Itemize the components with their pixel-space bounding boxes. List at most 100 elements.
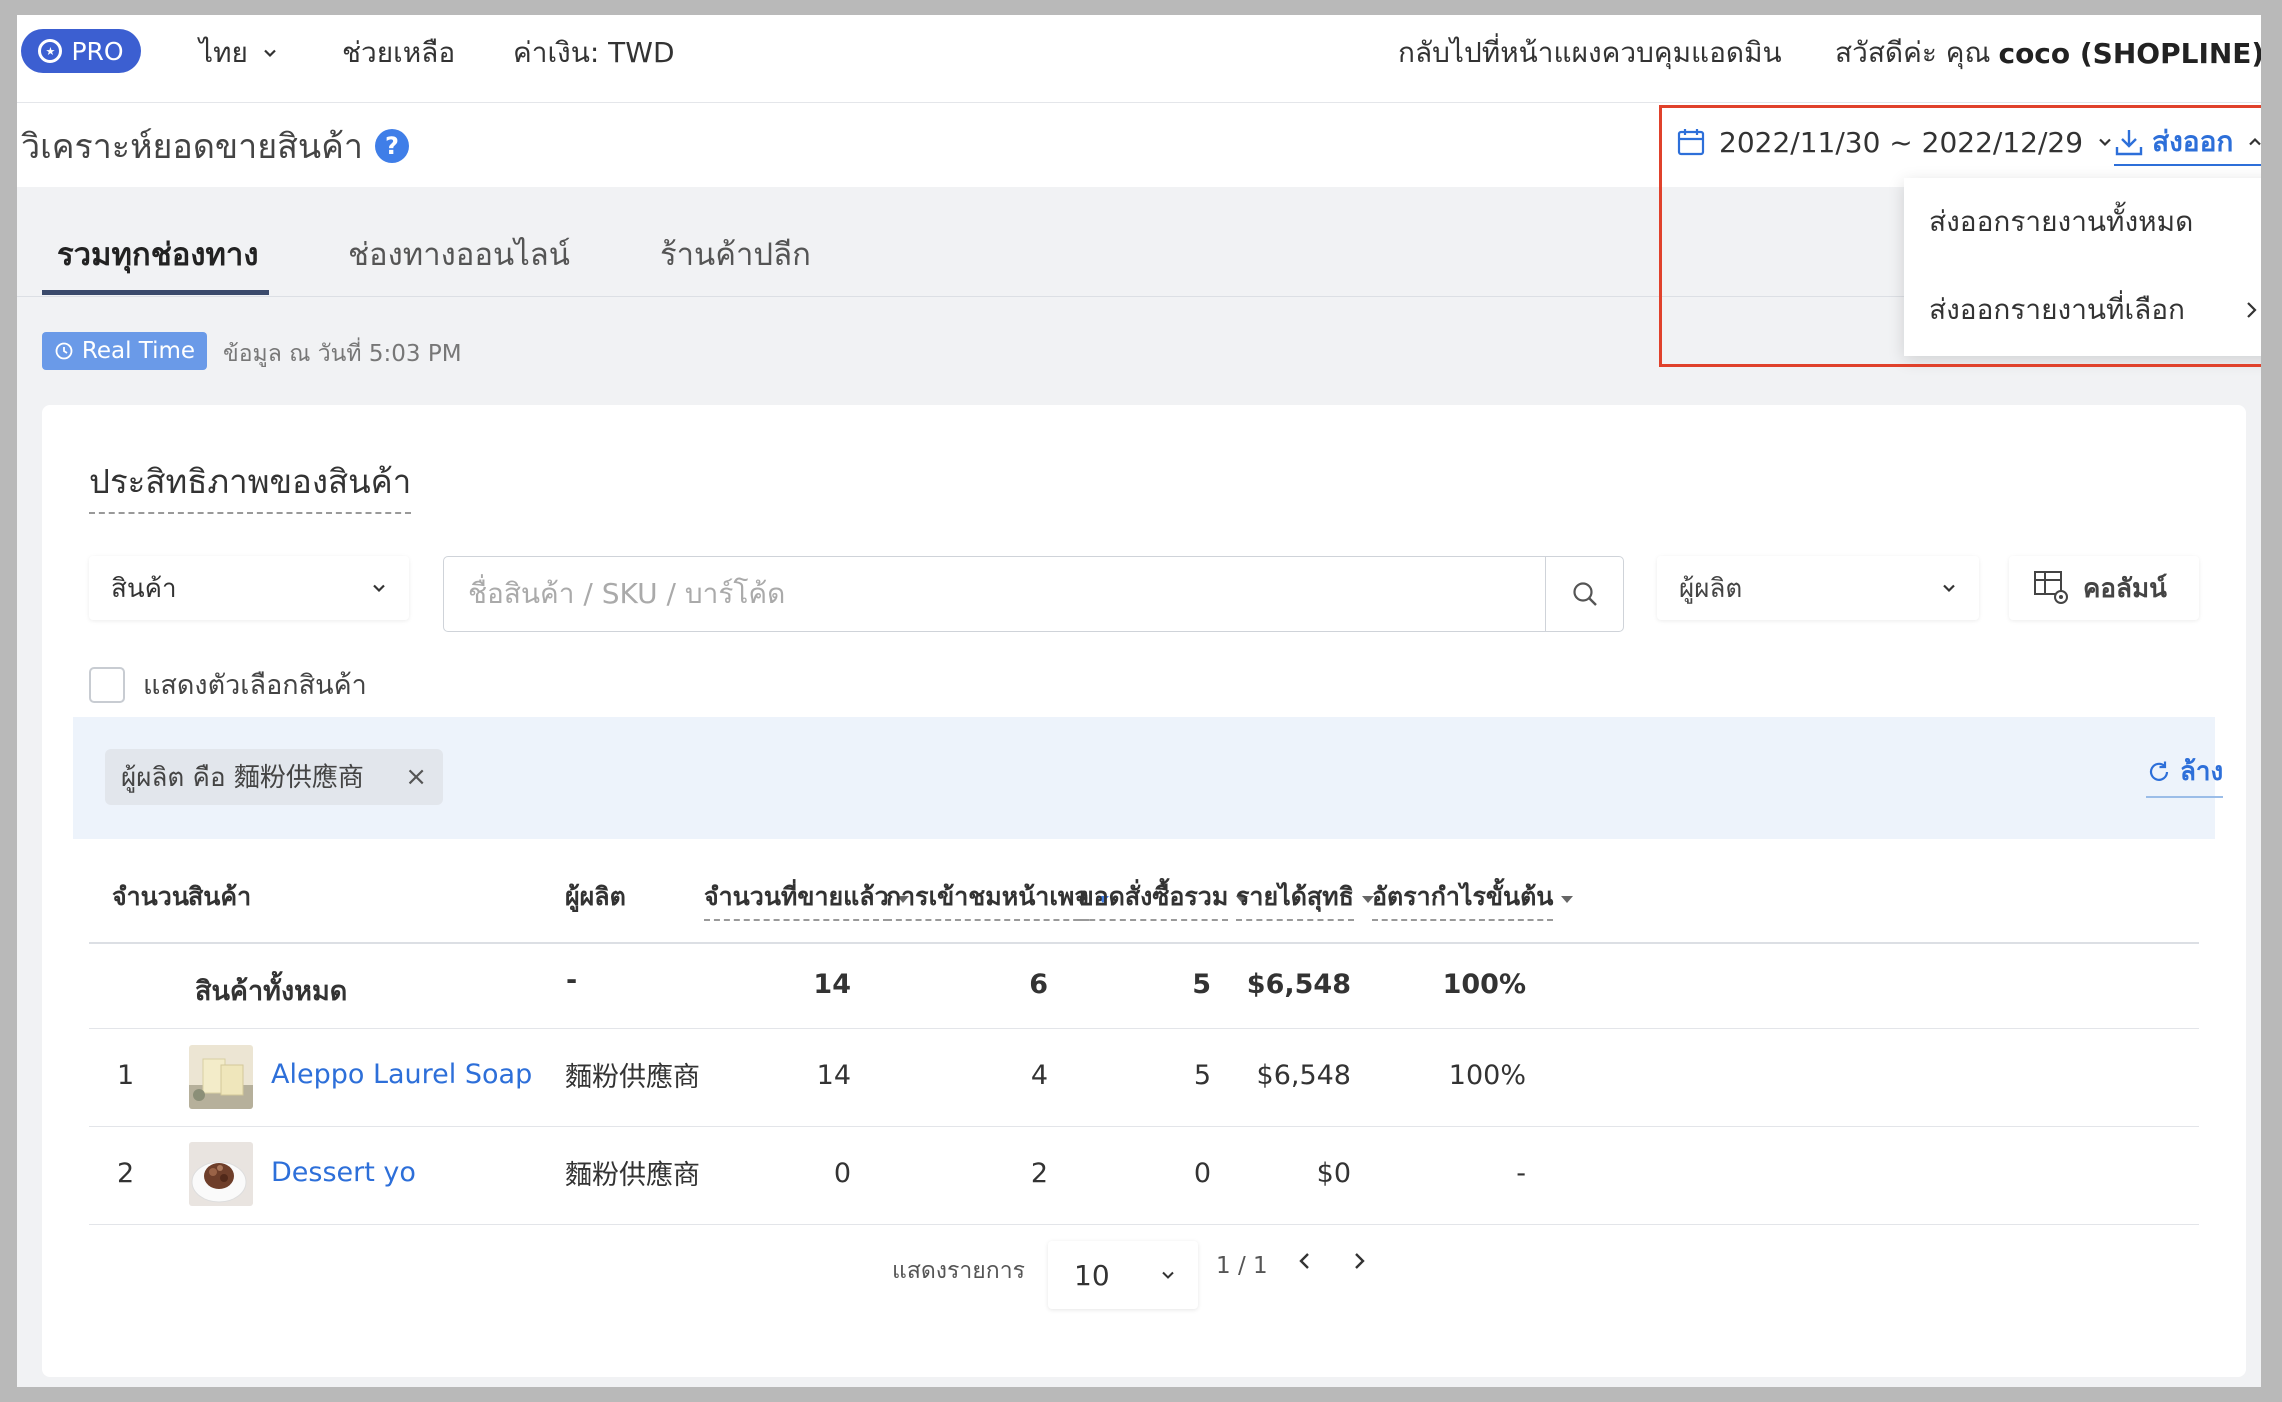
- page-title-text: วิเคราะห์ยอดขายสินค้า: [21, 127, 363, 167]
- currency-selector[interactable]: ค่าเงิน: TWD: [513, 33, 675, 73]
- row-net-revenue: $6,548: [1256, 1060, 1351, 1091]
- chevron-up-icon: [2249, 137, 2261, 146]
- filter-chip-label: ผู้ผลิต คือ 麵粉供應商: [121, 762, 364, 793]
- header-gross-margin-label: อัตรากำไรขั้นต้น: [1372, 877, 1554, 921]
- prev-page-button[interactable]: [1295, 1249, 1315, 1279]
- pagination-label: แสดงรายการ: [892, 1258, 1025, 1284]
- show-variants-toggle[interactable]: แสดงตัวเลือกสินค้า: [89, 663, 367, 706]
- language-label: ไทย: [199, 36, 248, 69]
- search-button[interactable]: [1545, 557, 1623, 631]
- tab-all-channels[interactable]: รวมทุกช่องทาง: [57, 229, 258, 279]
- row-total-orders: 5: [1193, 1060, 1211, 1091]
- active-tab-indicator: [42, 290, 269, 295]
- product-link[interactable]: Dessert yo: [271, 1157, 416, 1188]
- calendar-icon: [1677, 129, 1705, 156]
- row-net-revenue: $0: [1316, 1158, 1351, 1189]
- row-manufacturer: 麵粉供應商: [565, 1160, 700, 1191]
- header-qty-sold-label: จำนวนที่ขายแล้ว: [704, 877, 889, 921]
- help-link[interactable]: ช่วยเหลือ: [342, 33, 455, 73]
- column-settings-icon: [2034, 571, 2068, 604]
- back-to-admin-link[interactable]: กลับไปที่หน้าแผงควบคุมแอดมิน: [1398, 33, 1782, 73]
- chevron-down-icon: [1162, 1271, 1174, 1279]
- product-search-input[interactable]: ชื่อสินค้า / SKU / บาร์โค้ด: [443, 556, 1624, 632]
- table-header-divider: [89, 942, 2199, 944]
- clear-filters-label: ล้าง: [2180, 757, 2224, 787]
- columns-settings-button[interactable]: คอลัมน์: [2009, 556, 2199, 620]
- chevron-down-icon: [2099, 138, 2111, 147]
- row-index: 1: [117, 1060, 135, 1091]
- column-header-gross-margin[interactable]: อัตรากำไรขั้นต้น: [1372, 877, 1574, 921]
- page-title: วิเคราะห์ยอดขายสินค้า ?: [21, 119, 409, 173]
- product-type-select[interactable]: สินค้า: [89, 556, 409, 620]
- columns-button-label: คอลัมน์: [2083, 573, 2167, 604]
- sort-caret-icon: [1561, 895, 1574, 903]
- row-total-orders: 0: [1193, 1158, 1211, 1189]
- column-header-total-orders[interactable]: ยอดสั่งซื้อรวม: [1079, 877, 1249, 921]
- column-header-page-views[interactable]: การเข้าชมหน้าเพจ: [886, 877, 1110, 921]
- filter-chip-manufacturer[interactable]: ผู้ผลิต คือ 麵粉供應商 ×: [105, 749, 443, 805]
- card-title: ประสิทธิภาพของสินค้า: [89, 455, 412, 514]
- header-total-orders-label: ยอดสั่งซื้อรวม: [1079, 877, 1229, 921]
- chevron-down-icon: [264, 49, 276, 58]
- product-link[interactable]: Aleppo Laurel Soap: [271, 1059, 532, 1090]
- summary-total-orders: 5: [1192, 969, 1211, 1000]
- tab-online-channel[interactable]: ช่องทางออนไลน์: [348, 229, 570, 279]
- active-filters-bar: ผู้ผลิต คือ 麵粉供應商 × ล้าง: [73, 717, 2224, 839]
- header-page-views-label: การเข้าชมหน้าเพจ: [886, 877, 1090, 921]
- download-icon: [2115, 130, 2143, 156]
- app-frame: ★ PRO ไทย ช่วยเหลือ ค่าเงิน: TWD กลับไปท…: [17, 15, 2261, 1387]
- summary-net-revenue: $6,548: [1246, 969, 1351, 1000]
- summary-manufacturer: -: [566, 965, 578, 996]
- pro-badge[interactable]: ★ PRO: [21, 29, 141, 73]
- row-index: 2: [117, 1158, 135, 1189]
- chevron-left-icon: [1299, 1253, 1309, 1269]
- column-header-manufacturer: ผู้ผลิต: [565, 877, 626, 917]
- row-gross-margin: -: [1516, 1158, 1526, 1189]
- column-header-net-revenue[interactable]: รายได้สุทธิ: [1236, 877, 1374, 921]
- manufacturer-select[interactable]: ผู้ผลิต: [1657, 556, 1979, 620]
- close-icon[interactable]: ×: [405, 762, 427, 792]
- pro-badge-label: PRO: [71, 36, 124, 66]
- realtime-badge: Real Time: [42, 332, 207, 370]
- show-variants-label: แสดงตัวเลือกสินค้า: [143, 670, 367, 701]
- column-header-qty-sold[interactable]: จำนวนที่ขายแล้ว: [704, 877, 909, 921]
- user-menu[interactable]: สวัสดีค่ะ คุณ coco (SHOPLINE): [1835, 33, 2261, 73]
- language-selector[interactable]: ไทย: [199, 33, 278, 73]
- search-icon: [1572, 582, 1597, 606]
- chevron-right-icon: [1355, 1253, 1365, 1269]
- header-manufacturer-label: ผู้ผลิต: [565, 882, 626, 911]
- export-label: ส่งออก: [2152, 125, 2234, 158]
- next-page-button[interactable]: [1349, 1249, 1369, 1279]
- export-dropdown-menu: ส่งออกรายงานทั้งหมด ส่งออกรายงานที่เลือก: [1904, 178, 2261, 356]
- refresh-icon: [2149, 761, 2169, 781]
- help-label: ช่วยเหลือ: [342, 36, 456, 69]
- summary-page-views: 6: [1029, 969, 1048, 1000]
- export-selected-reports-item[interactable]: ส่งออกรายงานที่เลือก: [1904, 266, 2261, 354]
- product-thumbnail-dessert[interactable]: [189, 1142, 253, 1206]
- product-thumbnail-soap[interactable]: [189, 1045, 253, 1109]
- row-qty-sold: 14: [816, 1060, 851, 1091]
- manufacturer-select-value: ผู้ผลิต: [1679, 573, 1743, 604]
- question-help-icon[interactable]: ?: [375, 129, 409, 163]
- row-divider: [89, 1028, 2199, 1029]
- chevron-down-icon: [1943, 584, 1955, 593]
- header-index-label: จำนวน: [112, 882, 189, 911]
- page-size-select[interactable]: 10: [1048, 1241, 1198, 1309]
- clear-filters-button[interactable]: ล้าง: [2146, 751, 2224, 798]
- show-variants-checkbox[interactable]: [89, 666, 125, 703]
- date-range-picker[interactable]: 2022/11/30 ~ 2022/12/29: [1677, 122, 2113, 162]
- date-range-value: 2022/11/30 ~ 2022/12/29: [1719, 125, 2084, 159]
- search-placeholder: ชื่อสินค้า / SKU / บาร์โค้ด: [468, 577, 786, 610]
- export-button[interactable]: ส่งออก: [2114, 122, 2261, 166]
- export-all-reports-item[interactable]: ส่งออกรายงานทั้งหมด: [1904, 178, 2261, 266]
- header-net-revenue-label: รายได้สุทธิ: [1236, 877, 1354, 921]
- tab-retail-store[interactable]: ร้านค้าปลีก: [660, 229, 811, 279]
- column-header-index: จำนวน: [112, 877, 189, 917]
- row-page-views: 2: [1030, 1158, 1048, 1189]
- back-to-admin-label: กลับไปที่หน้าแผงควบคุมแอดมิน: [1398, 36, 1782, 69]
- product-performance-card: ประสิทธิภาพของสินค้า สินค้า ชื่อสินค้า /…: [42, 405, 2246, 1377]
- pro-star-icon: ★: [38, 39, 63, 63]
- row-divider: [89, 1126, 2199, 1127]
- row-qty-sold: 0: [833, 1158, 851, 1189]
- chevron-right-icon: [2247, 302, 2257, 318]
